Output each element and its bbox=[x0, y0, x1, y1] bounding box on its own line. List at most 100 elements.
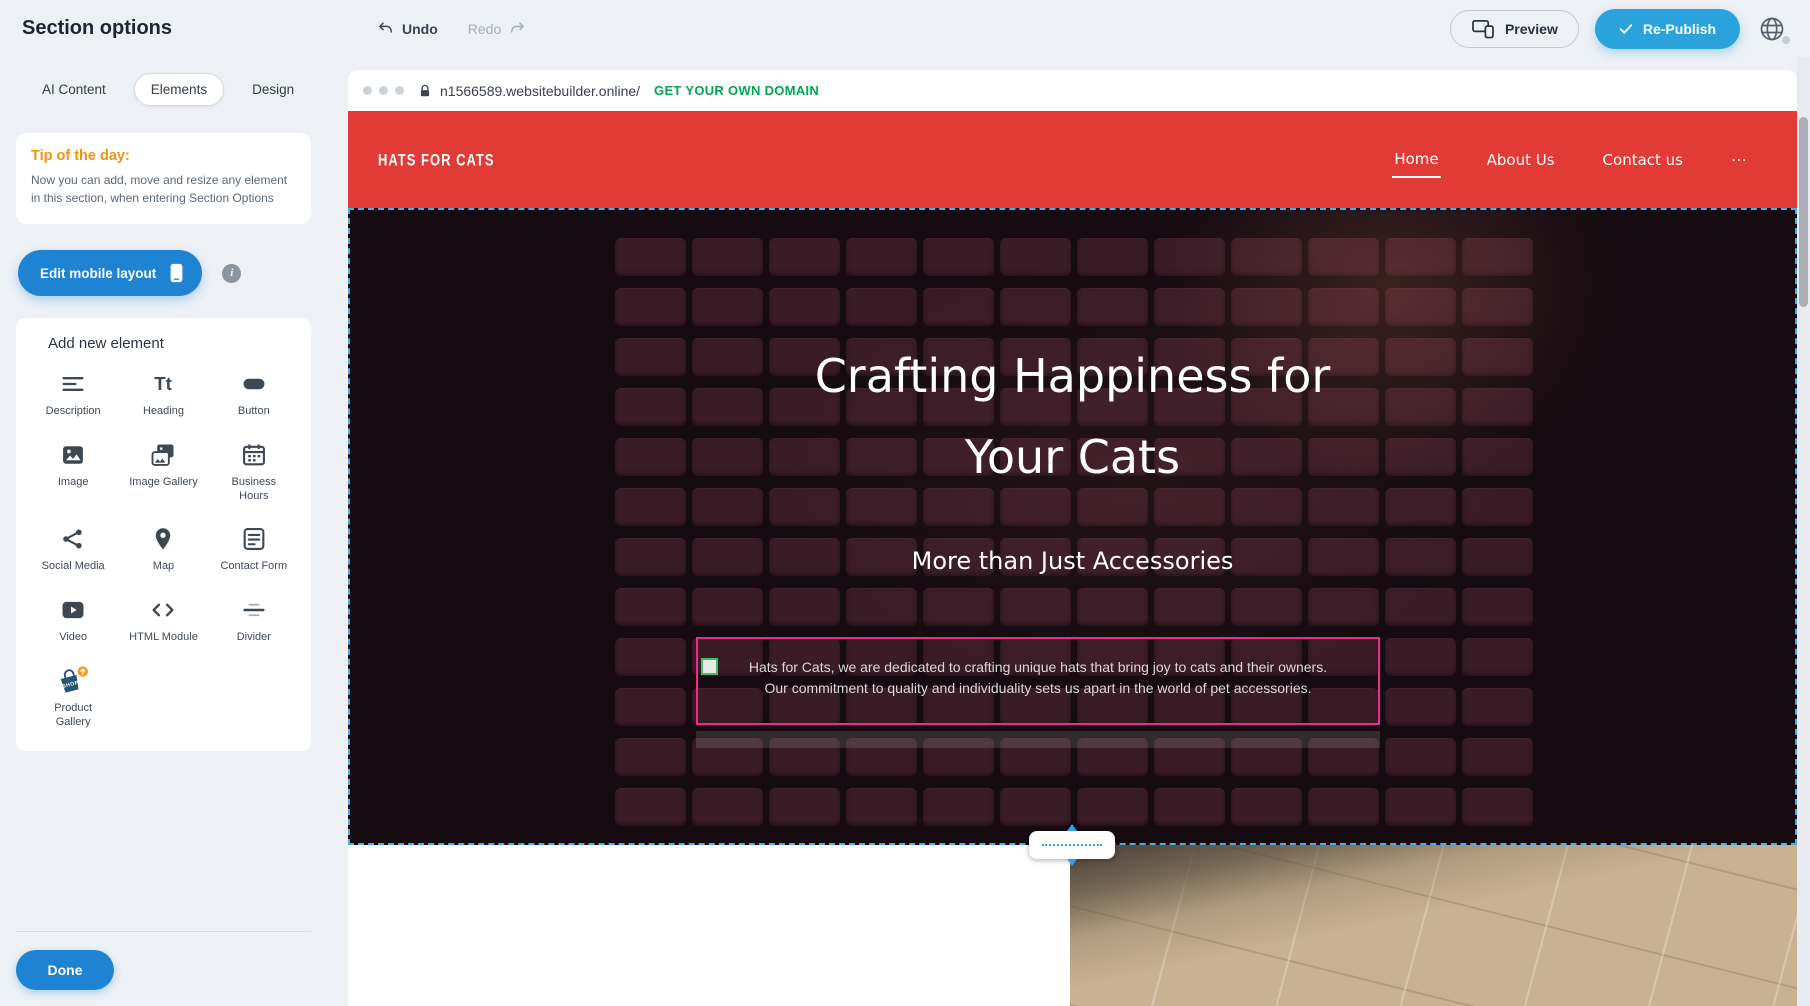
element-button[interactable]: Button bbox=[209, 368, 299, 419]
heading-icon: Tt bbox=[149, 368, 177, 400]
hero-tile bbox=[1077, 588, 1148, 626]
tab-design[interactable]: Design bbox=[236, 74, 310, 105]
hero-tile bbox=[692, 588, 763, 626]
hero-tile bbox=[1385, 738, 1456, 776]
hero-tile bbox=[1385, 688, 1456, 726]
hero-tile bbox=[1000, 588, 1071, 626]
element-grid: Description Tt Heading Button bbox=[28, 368, 299, 729]
hero-tile bbox=[846, 788, 917, 826]
language-globe-button[interactable] bbox=[1756, 13, 1788, 45]
next-section bbox=[348, 845, 1797, 1006]
scrollbar-thumb[interactable] bbox=[1799, 117, 1808, 307]
history-controls: Undo Redo bbox=[377, 20, 526, 37]
tab-ai-content[interactable]: AI Content bbox=[26, 74, 122, 105]
tip-title: Tip of the day: bbox=[31, 148, 296, 164]
redo-icon bbox=[509, 20, 526, 37]
element-map[interactable]: Map bbox=[118, 523, 208, 574]
hero-tile bbox=[692, 288, 763, 326]
svg-text:Tt: Tt bbox=[155, 373, 173, 394]
hero-tile bbox=[1154, 788, 1225, 826]
hero-headline[interactable]: Crafting Happiness for Your Cats bbox=[350, 336, 1795, 498]
hero-paragraph[interactable]: Hats for Cats, we are dedicated to craft… bbox=[698, 639, 1378, 699]
resize-arrow-down-icon bbox=[1067, 859, 1077, 866]
site-preview: HATS FOR CATS Home About Us Contact us ⋯… bbox=[348, 111, 1797, 1006]
hero-tile bbox=[1231, 238, 1302, 276]
redo-label: Redo bbox=[468, 21, 501, 37]
hero-tile bbox=[1462, 238, 1533, 276]
business-hours-icon bbox=[240, 439, 268, 471]
hero-section[interactable]: Crafting Happiness for Your Cats More th… bbox=[348, 208, 1797, 845]
element-image-gallery[interactable]: Image Gallery bbox=[118, 439, 208, 504]
site-logo: HATS FOR CATS bbox=[378, 150, 495, 170]
add-element-title: Add new element bbox=[28, 335, 299, 352]
site-header[interactable]: HATS FOR CATS Home About Us Contact us ⋯ bbox=[348, 111, 1797, 208]
element-image[interactable]: Image bbox=[28, 439, 118, 504]
divider-icon bbox=[240, 594, 268, 626]
hero-tile bbox=[1308, 788, 1379, 826]
redo-button[interactable]: Redo bbox=[468, 20, 526, 37]
description-icon bbox=[59, 368, 87, 400]
hero-tile bbox=[1385, 238, 1456, 276]
element-html-module[interactable]: HTML Module bbox=[118, 594, 208, 645]
undo-button[interactable]: Undo bbox=[377, 20, 438, 37]
scrollbar[interactable] bbox=[1797, 57, 1810, 1006]
hero-tile bbox=[1308, 288, 1379, 326]
globe-badge-dot bbox=[1782, 36, 1790, 44]
mobile-layout-row: Edit mobile layout i bbox=[16, 250, 311, 296]
hero-tile bbox=[1462, 638, 1533, 676]
hero-subheadline[interactable]: More than Just Accessories bbox=[350, 547, 1795, 575]
element-contact-form[interactable]: Contact Form bbox=[209, 523, 299, 574]
hero-tile bbox=[1462, 688, 1533, 726]
hero-tile bbox=[1231, 788, 1302, 826]
hero-tile bbox=[692, 788, 763, 826]
hero-tile bbox=[1077, 788, 1148, 826]
republish-button[interactable]: Re-Publish bbox=[1595, 9, 1740, 49]
hero-tile bbox=[1462, 288, 1533, 326]
hero-tile bbox=[1077, 238, 1148, 276]
page-title: Section options bbox=[22, 17, 172, 40]
element-social-media[interactable]: Social Media bbox=[28, 523, 118, 574]
hero-tile bbox=[615, 688, 686, 726]
topbar-actions: Preview Re-Publish bbox=[1450, 9, 1788, 49]
nav-more-button[interactable]: ⋯ bbox=[1729, 142, 1751, 177]
nav-contact-us[interactable]: Contact us bbox=[1601, 143, 1685, 177]
section-resize-handle[interactable] bbox=[1029, 831, 1115, 859]
get-domain-link[interactable]: GET YOUR OWN DOMAIN bbox=[654, 83, 819, 98]
done-button[interactable]: Done bbox=[16, 950, 114, 990]
element-video[interactable]: Video bbox=[28, 594, 118, 645]
product-gallery-icon: SHOP bbox=[56, 665, 90, 697]
next-section-photo bbox=[1070, 845, 1797, 1006]
info-icon[interactable]: i bbox=[222, 264, 241, 283]
edit-mobile-layout-button[interactable]: Edit mobile layout bbox=[18, 250, 202, 296]
sidebar: AI Content Elements Design Tip of the da… bbox=[0, 57, 327, 1006]
phone-icon bbox=[169, 263, 184, 283]
map-pin-icon bbox=[149, 523, 177, 555]
hero-tile bbox=[1077, 288, 1148, 326]
element-resize-handle[interactable] bbox=[701, 658, 718, 675]
hero-tile bbox=[1000, 288, 1071, 326]
element-description[interactable]: Description bbox=[28, 368, 118, 419]
nav-home[interactable]: Home bbox=[1392, 142, 1440, 178]
paragraph-selection-box[interactable]: Hats for Cats, we are dedicated to craft… bbox=[696, 637, 1380, 725]
hero-tile bbox=[1385, 788, 1456, 826]
element-divider[interactable]: Divider bbox=[209, 594, 299, 645]
hero-tile bbox=[615, 638, 686, 676]
nav-about-us[interactable]: About Us bbox=[1485, 143, 1557, 177]
undo-icon bbox=[377, 20, 394, 37]
hero-tile bbox=[1231, 588, 1302, 626]
element-heading[interactable]: Tt Heading bbox=[118, 368, 208, 419]
hero-tile bbox=[1385, 288, 1456, 326]
tab-elements[interactable]: Elements bbox=[134, 73, 224, 106]
hero-tile bbox=[923, 588, 994, 626]
preview-button[interactable]: Preview bbox=[1450, 10, 1579, 48]
element-business-hours[interactable]: Business Hours bbox=[209, 439, 299, 504]
site-nav: Home About Us Contact us ⋯ bbox=[1392, 142, 1751, 178]
window-dots bbox=[363, 86, 404, 95]
element-product-gallery[interactable]: SHOP Product Gallery bbox=[28, 665, 118, 730]
check-icon bbox=[1619, 23, 1633, 35]
app: Section options Undo Redo Preview bbox=[0, 0, 1810, 1006]
hero-tile bbox=[615, 738, 686, 776]
topbar: Section options Undo Redo Preview bbox=[0, 0, 1810, 57]
hero-tile bbox=[1000, 788, 1071, 826]
paragraph-line-2: Our commitment to quality and individual… bbox=[698, 678, 1378, 699]
